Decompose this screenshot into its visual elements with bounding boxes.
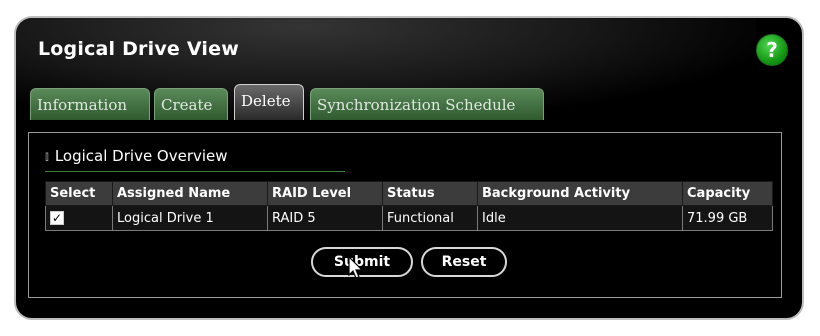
- header-assigned-name: Assigned Name: [112, 181, 268, 206]
- cell-raid-level: RAID 5: [267, 205, 383, 231]
- delete-panel: ⫾ Logical Drive Overview Select Assigned…: [28, 132, 782, 298]
- table-header-row: Select Assigned Name RAID Level Status B…: [45, 181, 773, 206]
- cell-background-activity: Idle: [477, 205, 683, 231]
- section-title: Logical Drive Overview: [54, 147, 228, 165]
- select-cell: ✓: [45, 205, 113, 231]
- logical-drive-window: Logical Drive View ? Information Create …: [14, 16, 804, 320]
- cell-capacity: 71.99 GB: [682, 205, 773, 231]
- section-divider: [45, 171, 345, 172]
- header-background-activity: Background Activity: [477, 181, 683, 206]
- cell-status: Functional: [382, 205, 478, 231]
- window-title: Logical Drive View: [38, 38, 239, 60]
- tab-synchronization-schedule[interactable]: Synchronization Schedule: [310, 88, 544, 120]
- mouse-cursor-icon: [348, 256, 364, 279]
- logical-drive-table: Select Assigned Name RAID Level Status B…: [45, 181, 773, 231]
- tab-create[interactable]: Create: [154, 88, 228, 120]
- header-raid-level: RAID Level: [267, 181, 383, 206]
- tab-information[interactable]: Information: [30, 88, 150, 120]
- section-header[interactable]: ⫾ Logical Drive Overview: [45, 147, 228, 165]
- reset-button[interactable]: Reset: [421, 247, 507, 277]
- tab-delete[interactable]: Delete: [234, 84, 304, 120]
- select-checkbox[interactable]: ✓: [50, 211, 64, 225]
- header-capacity: Capacity: [682, 181, 773, 206]
- header-status: Status: [382, 181, 478, 206]
- chevron-down-icon[interactable]: ⫾: [45, 149, 49, 164]
- help-icon[interactable]: ?: [756, 34, 788, 66]
- header-select: Select: [45, 181, 113, 206]
- cell-assigned-name: Logical Drive 1: [112, 205, 268, 231]
- table-row: ✓ Logical Drive 1 RAID 5 Functional Idle…: [45, 205, 773, 231]
